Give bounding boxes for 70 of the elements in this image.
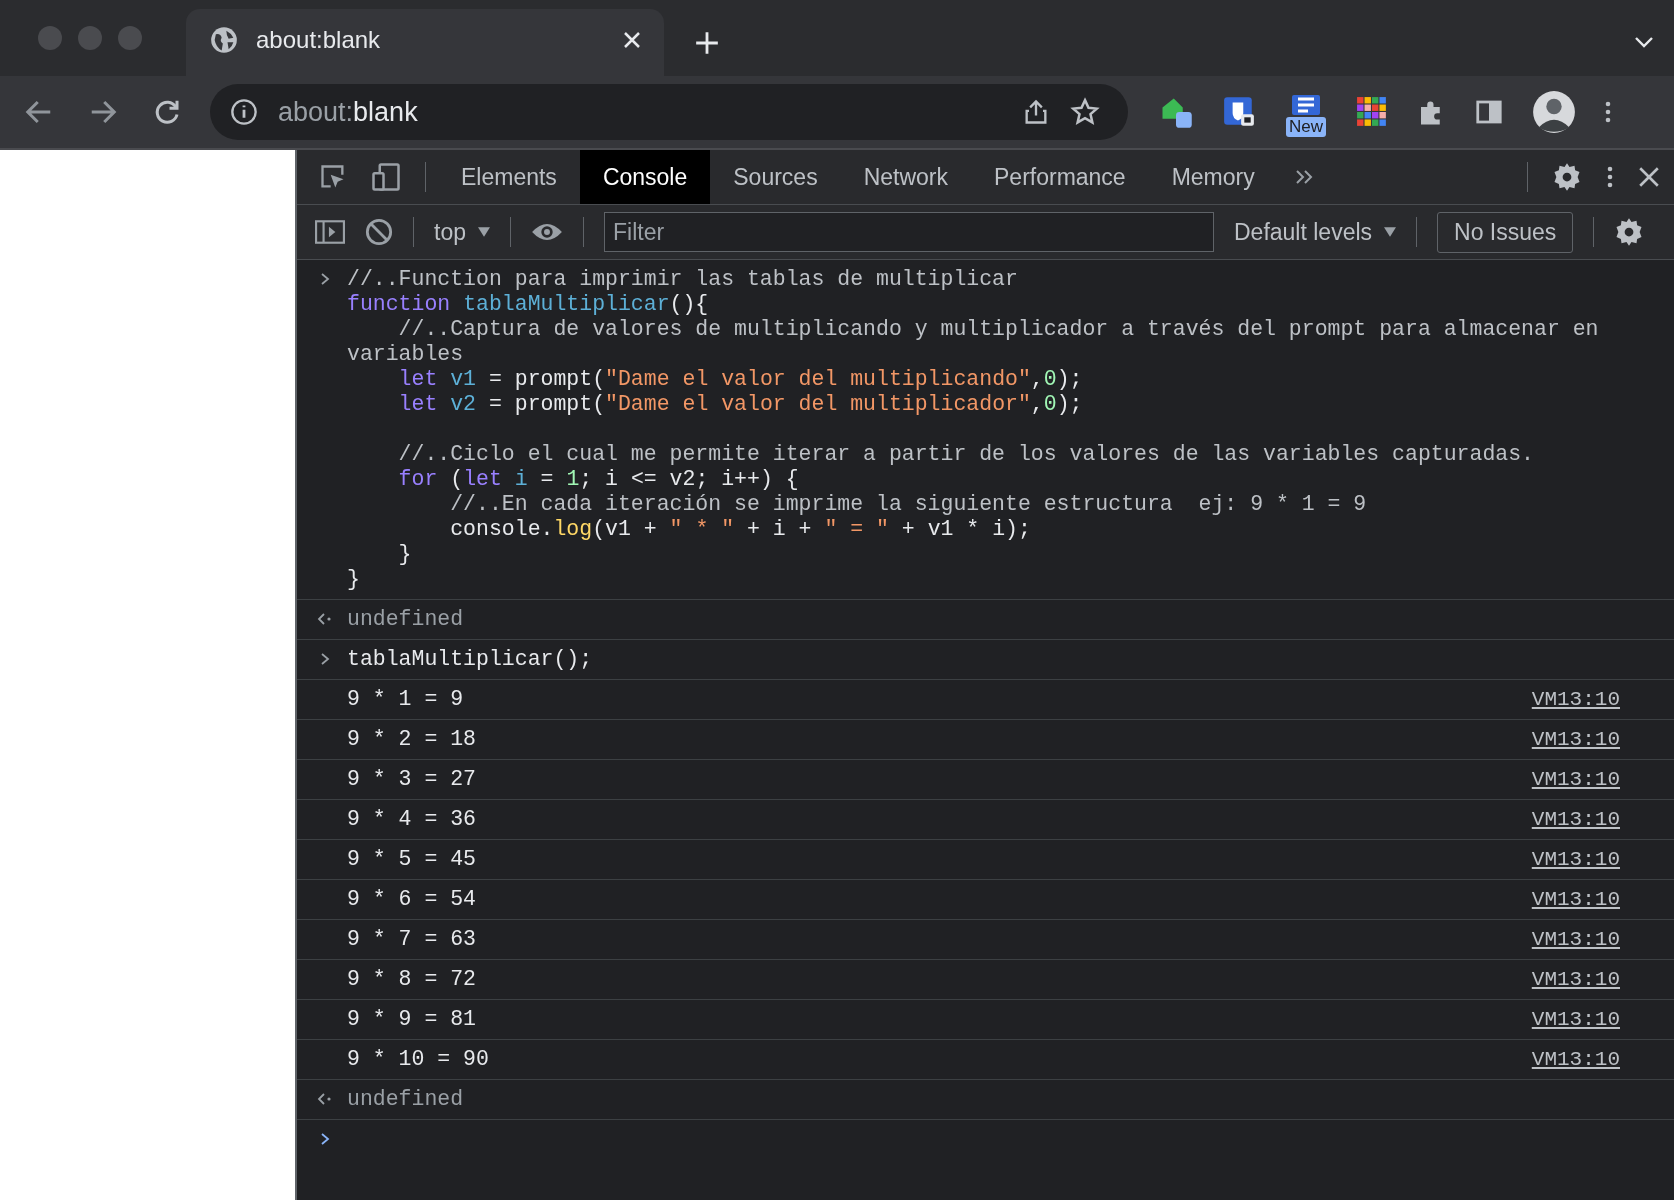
eye-icon[interactable] <box>531 221 563 243</box>
devtools-tab[interactable]: Console <box>579 150 711 204</box>
inspect-icon[interactable] <box>319 163 347 191</box>
bookmark-star-icon[interactable] <box>1070 97 1100 127</box>
devtools-tab[interactable]: Memory <box>1148 150 1278 204</box>
code-line: //..En cada iteración se imprime la siguiente estructura ej: 9 * 1 = 9 <box>449 492 1368 517</box>
device-toggle-icon[interactable] <box>371 162 401 192</box>
code-line: let v1 = prompt("Dame el valor del multiplicando",0); <box>397 367 1084 392</box>
log-message: 9 * 9 = 81 <box>347 1007 477 1032</box>
source-link[interactable]: VM13:10 <box>1531 688 1620 711</box>
log-message: 9 * 6 = 54 <box>347 887 477 912</box>
info-icon[interactable] <box>230 98 258 126</box>
caret-icon <box>1384 227 1397 237</box>
code-line: } <box>397 542 413 567</box>
sidebar-toggle-icon[interactable] <box>315 219 345 245</box>
source-link[interactable]: VM13:10 <box>1531 1048 1620 1071</box>
shield-lock-icon[interactable] <box>1222 95 1256 129</box>
log-message: 9 * 4 = 36 <box>347 807 477 832</box>
issues-button[interactable]: No Issues <box>1437 211 1574 253</box>
code-line: tablaMultiplicar(); <box>347 647 594 672</box>
return-value: undefined <box>347 607 464 632</box>
log-message: 9 * 10 = 90 <box>347 1047 489 1072</box>
devtools-tab[interactable]: Elements <box>438 150 580 204</box>
code-line: function tablaMultiplicar(){ <box>347 292 710 317</box>
chevron-down-icon[interactable] <box>1634 36 1654 48</box>
url-text: about:blank <box>278 96 418 128</box>
source-link[interactable]: VM13:10 <box>1531 928 1620 951</box>
source-link[interactable]: VM13:10 <box>1531 888 1620 911</box>
code-line: //..Function para imprimir las tablas de multiplicar <box>347 267 1019 292</box>
code-line: for (let i = 1; i <= v2; i++) { <box>397 467 800 492</box>
context-dropdown[interactable]: top <box>434 218 490 246</box>
close-icon[interactable] <box>1638 166 1660 188</box>
source-link[interactable]: VM13:10 <box>1531 768 1620 791</box>
devtools-tab[interactable]: Performance <box>971 150 1149 204</box>
log-message: 9 * 2 = 18 <box>347 727 477 752</box>
new-tab-icon[interactable] <box>694 30 720 56</box>
source-link[interactable]: VM13:10 <box>1531 728 1620 751</box>
clear-console-icon[interactable] <box>365 218 393 246</box>
devtools-tab[interactable]: Sources <box>710 150 841 204</box>
log-message: 9 * 3 = 27 <box>347 767 477 792</box>
log-message: 9 * 1 = 9 <box>347 687 464 712</box>
new-badge[interactable]: New <box>1286 117 1326 137</box>
address-bar[interactable]: about:blank <box>210 84 1128 140</box>
source-link[interactable]: VM13:10 <box>1531 1008 1620 1031</box>
log-message: 9 * 8 = 72 <box>347 967 477 992</box>
devtools-tab[interactable]: Network <box>840 150 971 204</box>
levels-dropdown[interactable]: Default levels <box>1234 218 1397 246</box>
source-link[interactable]: VM13:10 <box>1531 808 1620 831</box>
filter-field[interactable]: Filter <box>604 212 1214 252</box>
log-message: 9 * 5 = 45 <box>347 847 477 872</box>
code-line: //..Ciclo el cual me permite iterar a partir de los valores de las variables capturadas. <box>397 442 1535 467</box>
color-grid-icon[interactable] <box>1356 96 1388 128</box>
source-link[interactable]: VM13:10 <box>1531 848 1620 871</box>
return-arrow-icon <box>317 612 333 626</box>
log-message: 9 * 7 = 63 <box>347 927 477 952</box>
return-value: undefined <box>347 1087 464 1112</box>
source-link[interactable]: VM13:10 <box>1531 968 1620 991</box>
caret-icon <box>478 227 490 237</box>
menu-icon[interactable] <box>1604 99 1612 125</box>
settings-icon[interactable] <box>1552 162 1582 192</box>
browser-tab[interactable]: about:blank <box>186 9 664 76</box>
avatar-icon[interactable] <box>1532 90 1576 134</box>
globe-icon <box>210 25 238 54</box>
return-arrow-icon <box>317 1092 333 1106</box>
code-line: console.log(v1 + " * " + i + " = " + v1 * i); <box>449 517 1032 542</box>
code-line: let v2 = prompt("Dame el valor del multiplicador",0); <box>397 392 1084 417</box>
code-line: } <box>347 567 361 592</box>
close-tab-icon[interactable] <box>622 29 642 50</box>
code-line: //..Captura de valores de multiplicando y multiplicador a través del prompt para almacenar en variables <box>347 317 1600 367</box>
more-options-icon[interactable] <box>1606 164 1614 190</box>
